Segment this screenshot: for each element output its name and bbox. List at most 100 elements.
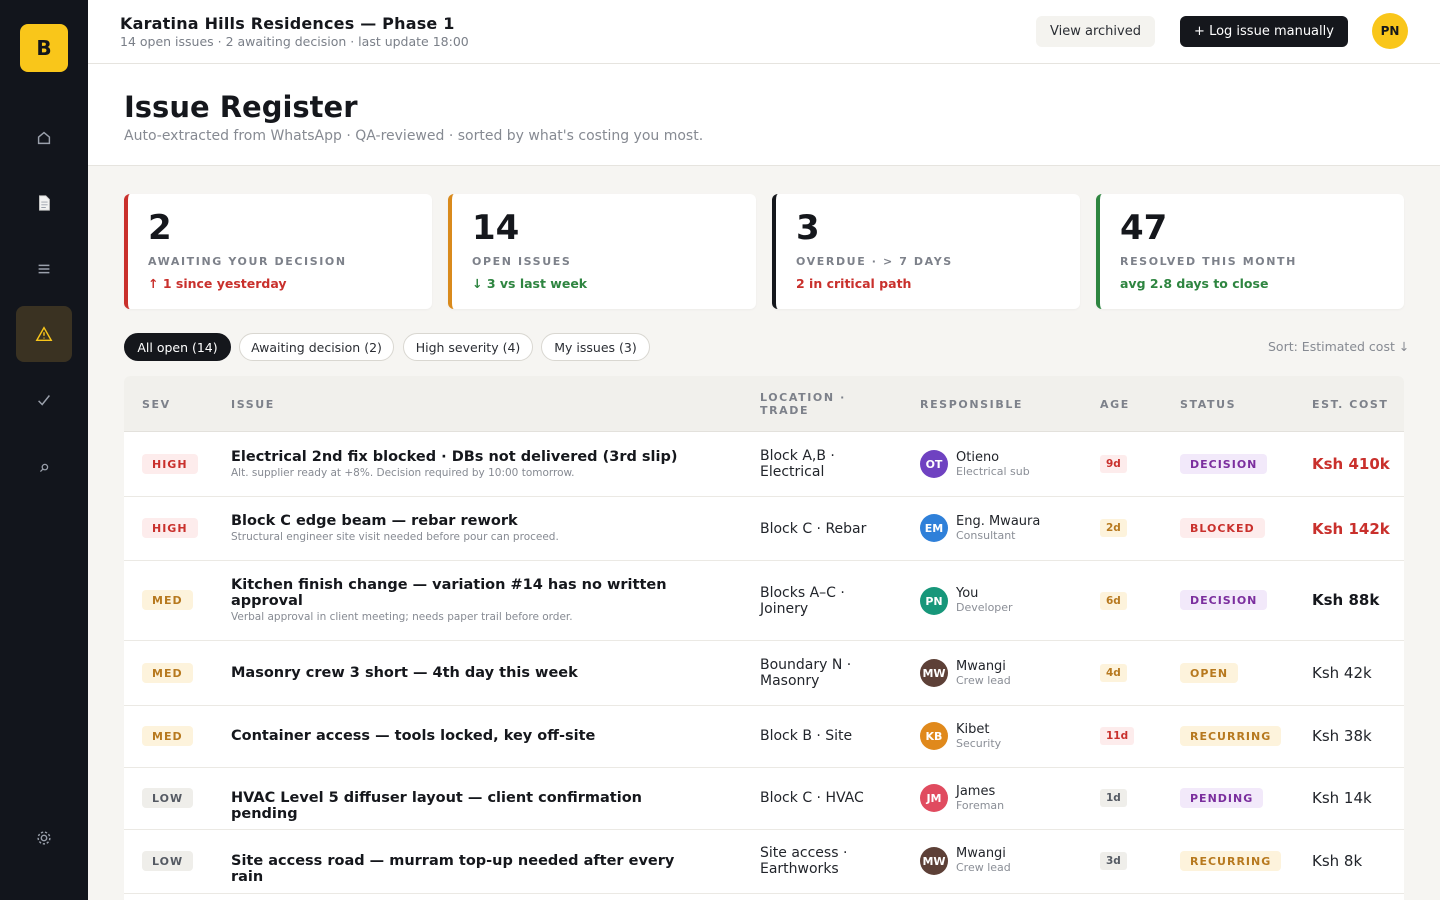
estimated-cost: Ksh 142k [1312, 520, 1390, 538]
responsible-name: Kibet [956, 722, 990, 737]
filter-my-issues[interactable]: My issues (3) [541, 333, 650, 361]
top-bar: Karatina Hills Residences — Phase 1 14 o… [88, 0, 1440, 64]
view-archived-button[interactable]: View archived [1036, 16, 1155, 47]
responsible-name: Otieno [956, 450, 1000, 465]
table-row[interactable]: HIGH Electrical 2nd fix blocked · DBs no… [124, 432, 1404, 497]
col-status[interactable]: STATUS [1180, 398, 1236, 411]
filter-all-open[interactable]: All open (14) [124, 333, 231, 361]
nav-issues[interactable] [16, 306, 72, 362]
filter-awaiting-decision[interactable]: Awaiting decision (2) [239, 333, 394, 361]
nav-search[interactable] [16, 440, 72, 496]
responsible-name: Mwangi [956, 659, 1006, 674]
filter-high-severity[interactable]: High severity (4) [403, 333, 533, 361]
col-trade[interactable]: TRADE [760, 404, 809, 417]
table-row[interactable]: LOW Site access road — murram top-up nee… [124, 830, 1404, 894]
app-logo[interactable]: B [20, 24, 68, 72]
issue-title[interactable]: Block C edge beam — rebar rework [231, 513, 701, 529]
severity-badge: MED [142, 726, 193, 746]
page-header: Issue Register Auto-extracted from Whats… [88, 64, 1440, 166]
user-avatar[interactable]: PN [1372, 13, 1408, 49]
col-age[interactable]: AGE [1100, 398, 1130, 411]
avatar: MW [920, 659, 948, 687]
table-row[interactable]: MED Masonry crew 3 short — 4th day this … [124, 641, 1404, 706]
estimated-cost: Ksh 38k [1312, 727, 1372, 745]
issue-location: Boundary N · Masonry [760, 657, 852, 689]
col-cost[interactable]: EST. COST [1312, 398, 1389, 411]
severity-badge: HIGH [142, 454, 198, 474]
kpi-value: 2 [148, 208, 172, 248]
responsible-role: Developer [956, 601, 1013, 614]
estimated-cost: Ksh 410k [1312, 455, 1390, 473]
gear-icon [37, 831, 51, 845]
avatar: PN [920, 587, 948, 615]
responsible-role: Foreman [956, 799, 1005, 812]
list-icon [38, 264, 50, 274]
nav-list[interactable] [16, 241, 72, 297]
kpi-label: AWAITING YOUR DECISION [148, 255, 347, 268]
status-badge: RECURRING [1180, 851, 1282, 871]
avatar: KB [920, 722, 948, 750]
issue-title[interactable]: Masonry crew 3 short — 4th day this week [231, 665, 701, 681]
issue-title[interactable]: Kitchen finish change — variation #14 ha… [231, 577, 701, 609]
warning-icon [35, 326, 53, 342]
col-location[interactable]: LOCATION · [760, 391, 846, 404]
issue-title[interactable]: Site access road — murram top-up needed … [231, 853, 701, 885]
avatar: OT [920, 450, 948, 478]
project-title: Karatina Hills Residences — Phase 1 [120, 14, 455, 33]
responsible-role: Security [956, 737, 1002, 750]
col-sev[interactable]: SEV [142, 398, 171, 411]
severity-badge: LOW [142, 788, 194, 808]
responsible-role: Crew lead [956, 861, 1011, 874]
status-badge: BLOCKED [1180, 518, 1265, 538]
age-badge: 4d [1100, 664, 1127, 682]
responsible-name: James [956, 784, 996, 799]
table-row[interactable]: MED Kitchen finish change — variation #1… [124, 561, 1404, 641]
severity-badge: HIGH [142, 518, 198, 538]
responsible-role: Consultant [956, 529, 1016, 542]
avatar: EM [920, 514, 948, 542]
kpi-note: ↑ 1 since yesterday [148, 276, 287, 291]
issue-location: Block A,B · Electrical [760, 448, 835, 480]
severity-badge: LOW [142, 851, 194, 871]
nav-tasks[interactable] [16, 372, 72, 428]
sort-dropdown[interactable]: Sort: Estimated cost ↓ [1268, 339, 1409, 354]
kpi-awaiting-decision[interactable]: 2 AWAITING YOUR DECISION ↑ 1 since yeste… [124, 194, 432, 309]
kpi-overdue[interactable]: 3 OVERDUE · > 7 DAYS 2 in critical path [772, 194, 1080, 309]
responsible-name: Mwangi [956, 846, 1006, 861]
kpi-resolved[interactable]: 47 RESOLVED THIS MONTH avg 2.8 days to c… [1096, 194, 1404, 309]
document-icon [39, 195, 50, 211]
table-header: SEV ISSUE LOCATION · TRADE RESPONSIBLE A… [124, 376, 1404, 432]
issue-location: Block B · Site [760, 728, 853, 744]
col-issue[interactable]: ISSUE [231, 398, 275, 411]
issue-title[interactable]: HVAC Level 5 diffuser layout — client co… [231, 790, 701, 822]
avatar: MW [920, 847, 948, 875]
col-responsible[interactable]: RESPONSIBLE [920, 398, 1023, 411]
nav-home[interactable] [16, 110, 72, 166]
estimated-cost: Ksh 14k [1312, 789, 1372, 807]
age-badge: 1d [1100, 789, 1127, 807]
issue-description: Alt. supplier ready at +8%. Decision req… [231, 467, 575, 479]
table-row[interactable]: LOW HVAC Level 5 diffuser layout — clien… [124, 768, 1404, 830]
kpi-value: 47 [1120, 208, 1168, 248]
issue-table: SEV ISSUE LOCATION · TRADE RESPONSIBLE A… [124, 376, 1404, 900]
issue-location: Block C · HVAC [760, 790, 864, 806]
table-row[interactable]: HIGH Block C edge beam — rebar rework St… [124, 497, 1404, 561]
nav-settings[interactable] [16, 810, 72, 866]
check-icon [38, 395, 50, 406]
issue-title[interactable]: Container access — tools locked, key off… [231, 728, 701, 744]
kpi-note: 2 in critical path [796, 276, 912, 291]
severity-badge: MED [142, 590, 193, 610]
estimated-cost: Ksh 8k [1312, 852, 1363, 870]
sidebar: B [0, 0, 88, 900]
status-badge: OPEN [1180, 663, 1239, 683]
age-badge: 2d [1100, 519, 1127, 537]
age-badge: 11d [1100, 727, 1135, 745]
issue-title[interactable]: Electrical 2nd fix blocked · DBs not del… [231, 449, 701, 465]
table-row[interactable]: MED Container access — tools locked, key… [124, 706, 1404, 768]
log-issue-button[interactable]: + Log issue manually [1180, 16, 1348, 47]
issue-description: Verbal approval in client meeting; needs… [231, 611, 573, 623]
estimated-cost: Ksh 42k [1312, 664, 1372, 682]
nav-documents[interactable] [16, 175, 72, 231]
project-summary: 14 open issues · 2 awaiting decision · l… [120, 34, 469, 49]
kpi-open-issues[interactable]: 14 OPEN ISSUES ↓ 3 vs last week [448, 194, 756, 309]
